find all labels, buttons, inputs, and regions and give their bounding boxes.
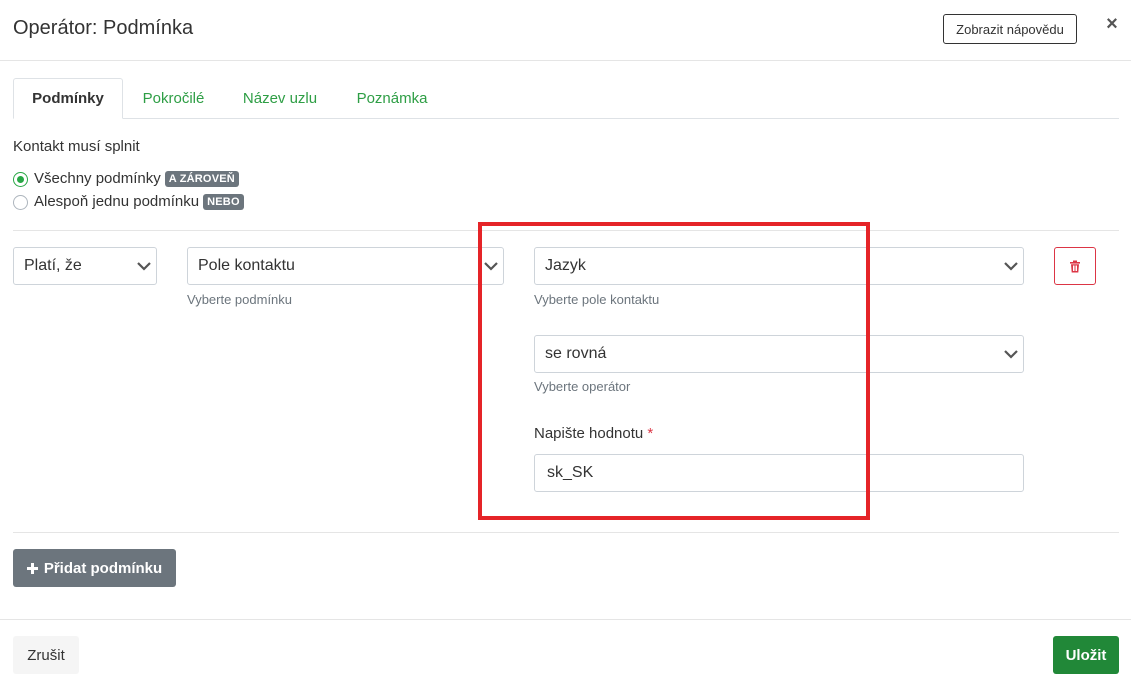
- add-condition-button[interactable]: Přidat podmínku: [13, 549, 176, 587]
- chevron-down-icon: [1004, 262, 1018, 271]
- radio-any-condition[interactable]: Alespoň jednu podmínku NEBO: [13, 192, 244, 212]
- plus-icon: [26, 562, 38, 574]
- modal-title: Operátor: Podmínka: [13, 17, 194, 39]
- close-icon[interactable]: ×: [1102, 12, 1122, 36]
- delete-condition-button[interactable]: [1054, 247, 1096, 285]
- match-label: Kontakt musí splnit: [13, 138, 140, 155]
- prefix-select-value: Platí, že: [24, 257, 82, 274]
- condition-type-value: Pole kontaktu: [198, 257, 295, 274]
- chevron-down-icon: [1004, 350, 1018, 359]
- radio-checked-icon[interactable]: [13, 171, 28, 187]
- add-condition-label: Přidat podmínku: [43, 559, 163, 577]
- tab-node-name[interactable]: Název uzlu: [226, 78, 334, 119]
- condition-type-help: Vyberte podmínku: [187, 292, 293, 307]
- show-help-button[interactable]: Zobrazit nápovědu: [943, 14, 1077, 44]
- chevron-down-icon: [137, 262, 151, 271]
- condition-type-select[interactable]: Pole kontaktu: [187, 247, 504, 285]
- trash-icon: [1070, 260, 1080, 272]
- or-badge: NEBO: [203, 194, 244, 210]
- highlight-box: [478, 222, 870, 520]
- tab-advanced[interactable]: Pokročilé: [127, 78, 220, 119]
- prefix-select[interactable]: Platí, že: [13, 247, 157, 285]
- tab-note[interactable]: Poznámka: [340, 78, 444, 119]
- save-button[interactable]: Uložit: [1053, 636, 1119, 674]
- radio-all-conditions[interactable]: Všechny podmínky A ZÁROVEŇ: [13, 169, 239, 189]
- footer-divider: [0, 619, 1131, 620]
- cancel-button[interactable]: Zrušit: [13, 636, 79, 674]
- and-badge: A ZÁROVEŇ: [164, 171, 239, 187]
- header-divider: [0, 60, 1131, 61]
- radio-any-label: Alespoň jednu podmínku: [34, 193, 200, 210]
- radio-unchecked-icon[interactable]: [13, 194, 28, 210]
- tab-conditions[interactable]: Podmínky: [13, 78, 123, 119]
- radio-all-label: Všechny podmínky: [34, 170, 161, 187]
- section-divider-bottom: [13, 532, 1119, 533]
